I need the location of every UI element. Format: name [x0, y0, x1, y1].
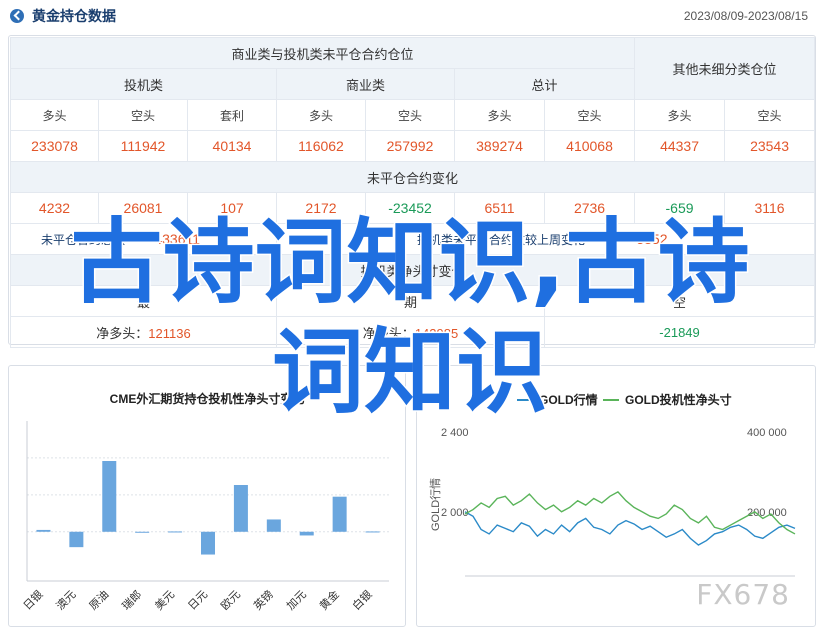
- position-value: 111942: [98, 130, 188, 162]
- net-value-cell: -21849: [543, 316, 816, 348]
- holding-change-label: 投机类未平仓合约数较上周变化: [417, 232, 586, 247]
- change-value: 26081: [98, 192, 188, 224]
- positions-table: 商业类与投机类未平仓合约仓位 其他未细分类仓位 投机类 商业类 总计 多头 空头…: [9, 37, 816, 348]
- subgroup-speculative: 投机类: [10, 68, 277, 100]
- date-range: 2023/08/09-2023/08/15: [683, 9, 808, 23]
- back-icon[interactable]: [10, 9, 24, 23]
- bar[interactable]: [168, 531, 183, 533]
- group-header-main: 商业类与投机类未平仓合约仓位: [9, 37, 636, 69]
- holding-change-value: 5852: [636, 230, 668, 247]
- x-tick-label: 欧元: [218, 588, 243, 613]
- net-value: 121136: [148, 325, 191, 341]
- x-tick-label: 日银: [20, 587, 45, 612]
- change-value: 4232: [10, 192, 99, 224]
- position-value: 116062: [276, 130, 366, 162]
- y-tick-left: 2 400: [441, 427, 469, 439]
- holding-change-cell: 投机类未平仓合约数较上周变化 5852: [275, 223, 816, 255]
- x-tick-label: 澳元: [54, 588, 79, 613]
- net-label-cell: 最: [10, 285, 277, 317]
- net-section-title: 投机类净头寸变化: [9, 254, 816, 286]
- col-header: 套利: [187, 99, 277, 131]
- x-tick-label: 瑞郎: [119, 587, 144, 612]
- x-tick-label: 原油: [86, 587, 111, 612]
- x-tick-label: 美元: [152, 588, 177, 613]
- total-oi-label: 未平仓合约总数: [41, 232, 126, 247]
- change-value: 2736: [543, 192, 636, 224]
- net-label-cell: 期: [276, 285, 545, 317]
- bar[interactable]: [36, 529, 51, 532]
- x-tick-label: 加元: [284, 588, 309, 613]
- subgroup-commercial: 商业类: [276, 68, 455, 100]
- series-line[interactable]: [464, 490, 796, 535]
- col-header: 多头: [276, 99, 366, 131]
- change-section-title: 未平仓合约变化: [9, 161, 816, 193]
- position-value: 410068: [543, 130, 636, 162]
- change-value: 2172: [276, 192, 366, 224]
- net-label-cell: 空: [543, 285, 816, 317]
- y-tick-left: 2 000: [441, 507, 469, 519]
- page-title: 黄金持仓数据: [32, 8, 116, 24]
- bar[interactable]: [299, 531, 314, 536]
- col-header: 空头: [724, 99, 816, 131]
- group-header-other: 其他未细分类仓位: [634, 37, 816, 100]
- net-value-cell: 净多头：142985: [276, 316, 545, 348]
- position-value: 44337: [634, 130, 726, 162]
- bar-chart: 日银 澳元 原油 瑞郎 美元 日元 欧元 英镑 加元 黄金 白银: [20, 421, 389, 613]
- position-value: 40134: [187, 130, 277, 162]
- change-value: 6511: [454, 192, 545, 224]
- col-header: 多头: [10, 99, 99, 131]
- total-oi-value: 433611: [154, 230, 201, 247]
- bar[interactable]: [135, 531, 150, 533]
- x-tick-label: 日元: [186, 589, 210, 613]
- change-value: 3116: [724, 192, 816, 224]
- brand-watermark: FX678: [696, 578, 790, 611]
- change-value: -23452: [365, 192, 455, 224]
- cme-bar-chart-card: CME外汇期货持仓投机性净头寸变化 日银 澳元 原油 瑞郎 美元 日元 欧元 英镑 加元 黄金 白银: [8, 365, 406, 627]
- x-tick-label: 白银: [349, 587, 374, 612]
- bar[interactable]: [201, 531, 215, 555]
- change-value: -659: [634, 192, 726, 224]
- col-header: 空头: [98, 99, 188, 131]
- change-value: 107: [187, 192, 277, 224]
- net-value-cell: 净多头：121136: [10, 316, 277, 348]
- subgroup-total: 总计: [453, 68, 636, 100]
- y-tick-right: 400 000: [747, 427, 787, 439]
- bar[interactable]: [102, 461, 117, 532]
- bar[interactable]: [233, 485, 248, 532]
- net-label: 净多头：: [96, 325, 149, 341]
- net-value: 142985: [414, 325, 459, 341]
- position-value: 257992: [365, 130, 455, 162]
- bar[interactable]: [365, 531, 380, 533]
- total-oi-cell: 未平仓合约总数 433611: [10, 223, 277, 255]
- net-label: 净多头：: [362, 325, 415, 341]
- top-bar: 黄金持仓数据 2023/08/09-2023/08/15: [0, 0, 820, 32]
- bar[interactable]: [69, 531, 84, 548]
- col-header: 多头: [454, 99, 545, 131]
- col-header: 多头: [634, 99, 726, 131]
- x-tick-label: 英镑: [250, 587, 275, 612]
- col-header: 空头: [365, 99, 455, 131]
- col-header: 空头: [543, 99, 636, 131]
- bar[interactable]: [266, 519, 281, 532]
- bar[interactable]: [332, 496, 347, 532]
- position-value: 23543: [724, 130, 816, 162]
- net-value: -21849: [659, 324, 700, 340]
- position-value: 389274: [454, 130, 545, 162]
- x-tick-label: 黄金: [316, 587, 341, 612]
- position-value: 233078: [10, 130, 99, 162]
- y-axis-label: GOLD行情: [429, 478, 442, 531]
- positions-table-card: 商业类与投机类未平仓合约仓位 其他未细分类仓位 投机类 商业类 总计 多头 空头…: [8, 35, 816, 348]
